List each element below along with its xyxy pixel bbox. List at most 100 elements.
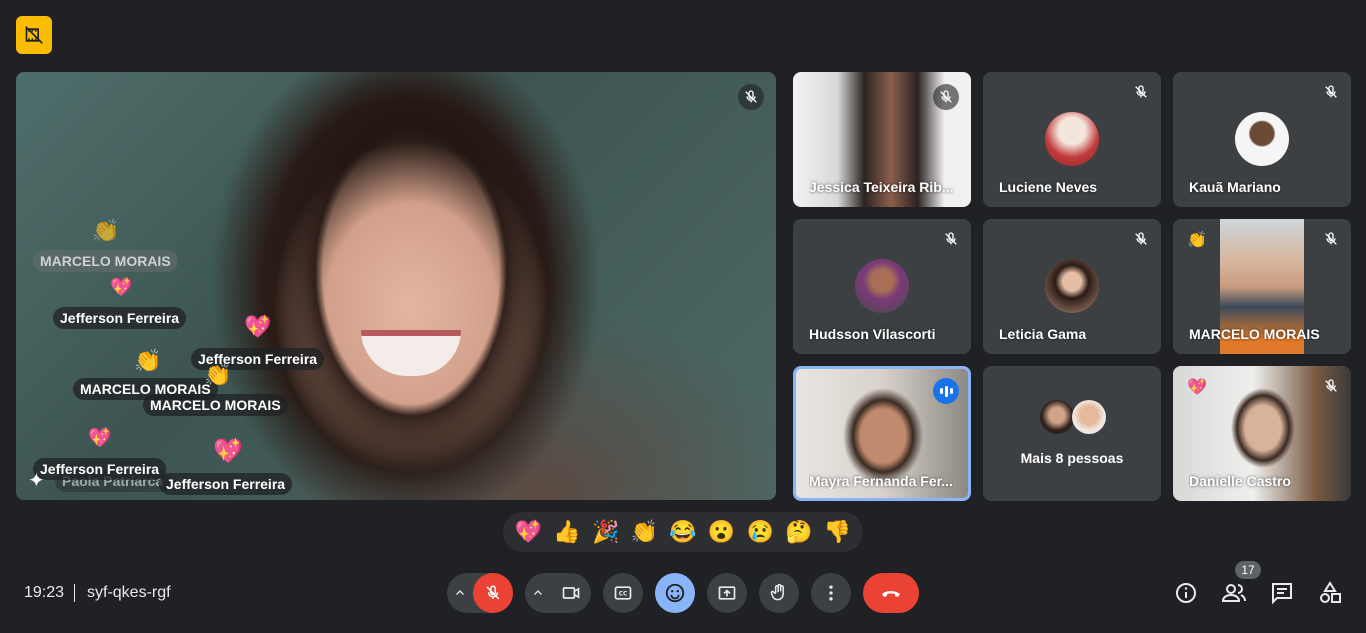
reaction-clapping[interactable]: 👏 [631,519,658,545]
reaction-laughing[interactable]: 😂 [669,519,696,545]
video-off-icon [25,26,43,44]
participant-mute-indicator [1323,231,1339,252]
closed-captions-icon: CC [614,586,632,600]
more-vertical-icon [829,585,833,601]
reaction-emoji: 👏 [204,362,232,387]
reaction-name: Jefferson Ferreira [159,473,293,495]
svg-text:CC: CC [619,592,628,598]
people-button[interactable] [1220,579,1248,607]
reaction-name: MARCELO MORAIS [33,250,178,272]
people-icon [1221,584,1246,602]
meeting-details-button[interactable] [1172,579,1200,607]
divider [74,584,75,602]
participant-tile-active-speaker[interactable]: Mayra Fernanda Fer... [793,366,971,501]
avatar [1045,112,1099,166]
participant-name: Kauã Mariano [1189,179,1281,195]
raise-hand-button[interactable] [759,573,799,613]
video-camera-icon [562,587,580,599]
present-screen-icon [718,586,736,600]
hand-icon [770,583,784,601]
chevron-up-icon [456,590,464,595]
activities-button[interactable] [1316,579,1344,607]
audio-options-button[interactable] [447,587,473,599]
smiley-icon [665,583,685,603]
reaction-picker: 💖 👍 🎉 👏 😂 😮 😢 🤔 👎 [503,512,863,552]
participant-tile[interactable]: Hudsson Vilascorti [793,219,971,354]
speaking-indicator [933,378,959,404]
reaction-sparkling-heart[interactable]: 💖 [515,519,542,545]
mic-control-group [447,573,513,613]
participant-mute-indicator [1323,378,1339,399]
meeting-code: syf-qkes-rgf [87,584,171,601]
participant-tile[interactable]: 👏 MARCELO MORAIS [1173,219,1351,354]
participant-name: Mayra Fernanda Fer... [809,473,953,489]
reaction-emoji: 💖 [213,438,243,465]
mic-off-icon [745,90,757,103]
leave-call-button[interactable] [863,573,919,613]
avatar [1235,112,1289,166]
shapes-icon [1320,581,1341,603]
mic-off-icon [1325,379,1337,392]
participant-count-badge: 17 [1235,561,1261,579]
participant-name: Jessica Teixeira Rib... [809,179,954,195]
chat-icon [1272,583,1292,605]
reactions-button[interactable] [655,573,695,613]
captions-button[interactable]: CC [603,573,643,613]
participant-mute-indicator [1323,84,1339,105]
participant-name: Leticia Gama [999,326,1087,342]
participant-mute-indicator [1133,231,1149,252]
mic-off-icon [1135,85,1147,98]
chat-button[interactable] [1268,579,1296,607]
reaction-emoji: 💖 [244,314,272,339]
participant-reaction: 💖 [1187,379,1207,396]
video-options-button[interactable] [525,587,551,599]
camera-toggle-button[interactable] [551,573,591,613]
present-screen-button[interactable] [707,573,747,613]
participant-mute-indicator [943,231,959,252]
sparkle-icon: ✦ [28,470,45,492]
avatar [855,259,909,313]
reaction-emoji: 👏 [134,348,162,373]
reaction-name: Jefferson Ferreira [33,458,167,480]
participant-tile[interactable]: Jessica Teixeira Rib... [793,72,971,207]
participant-tile[interactable]: Kauã Mariano [1173,72,1351,207]
more-options-button[interactable] [811,573,851,613]
reaction-name: MARCELO MORAIS [143,394,288,416]
reaction-crying[interactable]: 😢 [747,519,774,545]
no-video-badge[interactable] [16,16,52,54]
reaction-emoji: 💖 [88,428,112,449]
mic-off-icon [945,232,957,245]
participant-name: Danielle Castro [1189,473,1291,489]
camera-control-group [525,573,591,613]
participant-mute-indicator [1133,84,1149,105]
mic-off-icon [940,90,952,103]
main-mute-indicator [738,84,764,110]
reaction-party-popper[interactable]: 🎉 [592,519,619,545]
participant-name: MARCELO MORAIS [1189,326,1320,342]
reaction-thumbs-down[interactable]: 👎 [824,519,851,545]
participant-reaction: 👏 [1187,232,1207,249]
reaction-thinking[interactable]: 🤔 [785,519,812,545]
more-people-tile[interactable]: Mais 8 pessoas [983,366,1161,501]
mic-off-icon [1135,232,1147,245]
mic-off-icon [1325,85,1337,98]
avatar [1072,400,1106,434]
mic-toggle-button[interactable] [473,573,513,613]
meeting-time: 19:23 [24,584,65,601]
reaction-surprised[interactable]: 😮 [708,519,735,545]
participant-mute-indicator [933,84,959,110]
participant-tile[interactable]: Leticia Gama [983,219,1161,354]
info-icon [1176,583,1196,603]
reaction-name: Jefferson Ferreira [53,307,187,329]
reaction-emoji: 👏 [92,218,120,243]
participant-tile[interactable]: 💖 Danielle Castro [1173,366,1351,501]
participant-name: Hudsson Vilascorti [809,326,936,342]
participant-tile[interactable]: Luciene Neves [983,72,1161,207]
chevron-up-icon [534,590,542,595]
avatar [1040,400,1074,434]
hang-up-icon [882,591,900,597]
avatar [1045,259,1099,313]
reaction-thumbs-up[interactable]: 👍 [553,519,580,545]
main-speaker-video[interactable]: 👏 MARCELO MORAIS 💖 Jefferson Ferreira 💖 … [16,72,776,500]
mic-off-icon [1325,232,1337,245]
